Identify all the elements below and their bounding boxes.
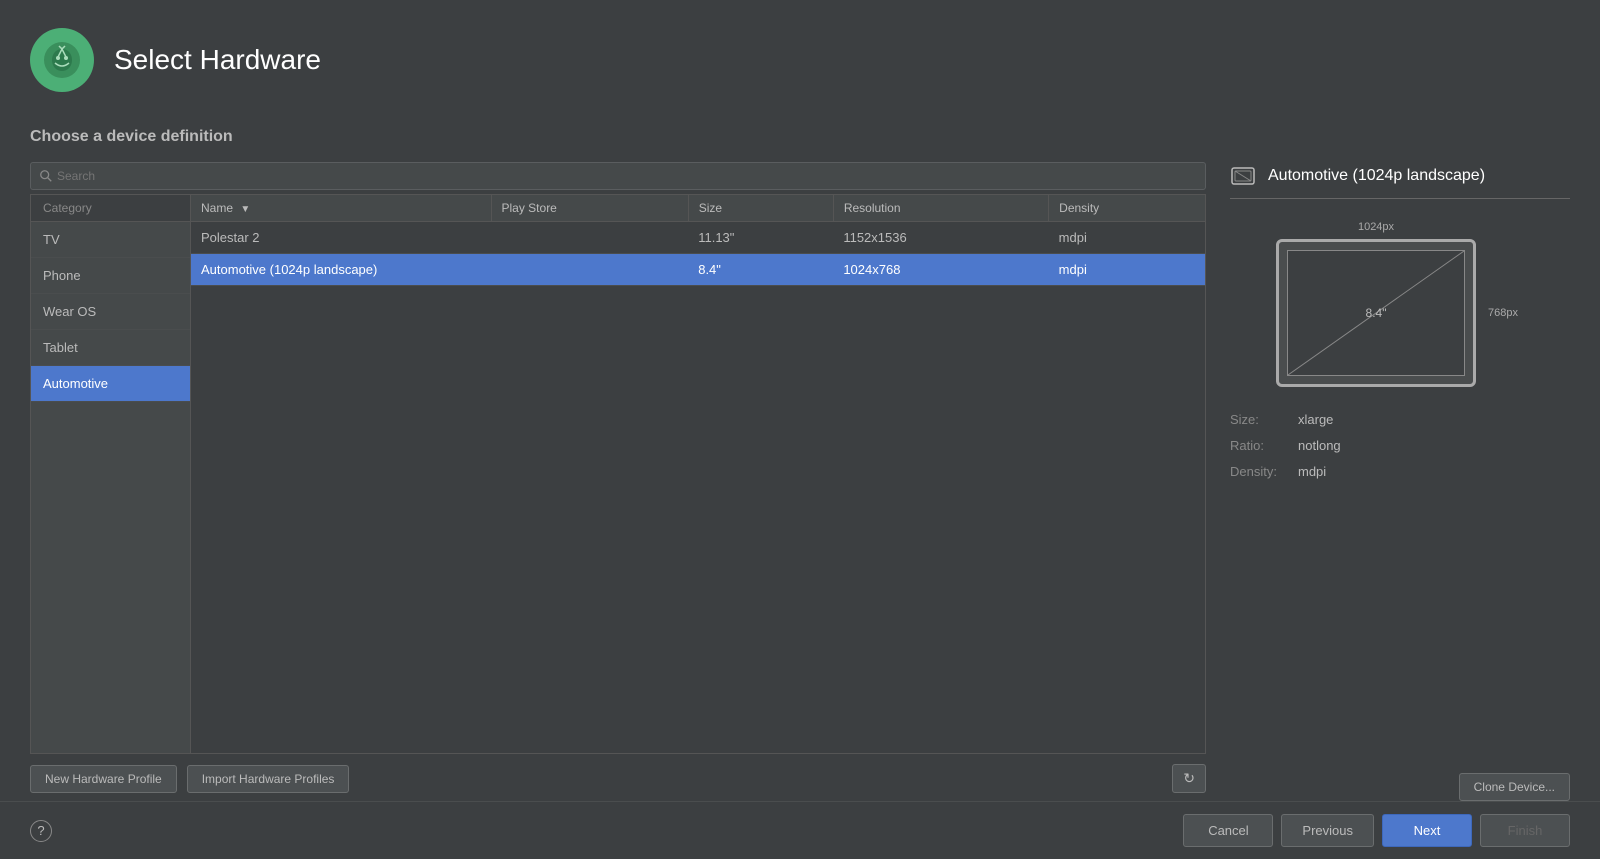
footer: ? Cancel Previous Next Finish [0,801,1600,859]
previous-button[interactable]: Previous [1281,814,1374,847]
sidebar-item-tv[interactable]: TV [31,222,190,258]
search-input[interactable] [57,169,1197,183]
device-size: 11.13" [688,222,833,254]
spec-row-density: Density: mdpi [1230,459,1570,485]
col-header-size: Size [688,195,833,222]
device-preview-icon [1230,162,1258,190]
bottom-bar: New Hardware Profile Import Hardware Pro… [30,754,1206,801]
finish-button[interactable]: Finish [1480,814,1570,847]
sidebar-item-wear-os[interactable]: Wear OS [31,294,190,330]
spec-row-size: Size: xlarge [1230,407,1570,433]
help-button[interactable]: ? [30,820,52,842]
spec-value-size: xlarge [1298,407,1333,433]
device-density: mdpi [1049,254,1205,286]
device-name: Automotive (1024p landscape) [191,254,491,286]
category-header: Category [31,195,190,222]
page-title: Select Hardware [114,44,321,76]
sidebar-item-tablet[interactable]: Tablet [31,330,190,366]
spec-value-density: mdpi [1298,459,1326,485]
device-preview-title: Automotive (1024p landscape) [1268,167,1485,185]
spec-label-size: Size: [1230,407,1290,433]
refresh-button[interactable]: ↻ [1172,764,1206,793]
device-rect: 8.4" [1276,239,1476,387]
device-diagram: 1024px 8.4" 768px [1230,215,1570,387]
clone-device-button[interactable]: Clone Device... [1459,773,1570,801]
device-name: Polestar 2 [191,222,491,254]
device-table: Name ▼ Play Store Size Resolution Densit… [191,195,1205,286]
device-size-label: 8.4" [1366,306,1387,320]
search-bar[interactable] [30,162,1206,190]
subtitle: Choose a device definition [30,128,1570,146]
spec-value-ratio: notlong [1298,433,1341,459]
right-panel: Automotive (1024p landscape) 1024px 8.4" [1230,162,1570,801]
table-area: Category TV Phone Wear OS Tablet Automot… [30,194,1206,754]
device-size: 8.4" [688,254,833,286]
category-sidebar: Category TV Phone Wear OS Tablet Automot… [31,195,191,753]
subtitle-bar: Choose a device definition [0,120,1600,162]
sort-arrow-icon: ▼ [240,204,250,215]
left-panel: Category TV Phone Wear OS Tablet Automot… [30,162,1206,801]
device-density: mdpi [1049,222,1205,254]
table-row[interactable]: Automotive (1024p landscape) 8.4" 1024x7… [191,254,1205,286]
device-play-store [491,222,688,254]
import-hardware-profiles-button[interactable]: Import Hardware Profiles [187,765,350,793]
device-resolution: 1152x1536 [833,222,1048,254]
diagram-height-label: 768px [1488,307,1518,319]
sidebar-item-phone[interactable]: Phone [31,258,190,294]
device-inner: 8.4" [1287,250,1465,376]
col-header-density: Density [1049,195,1205,222]
device-play-store [491,254,688,286]
table-row[interactable]: Polestar 2 11.13" 1152x1536 mdpi [191,222,1205,254]
diagram-width-label: 1024px [1358,221,1394,233]
new-hardware-profile-button[interactable]: New Hardware Profile [30,765,177,793]
footer-left: ? [30,820,52,842]
app-logo [30,28,94,92]
clone-button-wrapper: Clone Device... [1230,753,1570,801]
cancel-button[interactable]: Cancel [1183,814,1273,847]
spec-label-ratio: Ratio: [1230,433,1290,459]
device-specs: Size: xlarge Ratio: notlong Density: mdp… [1230,407,1570,485]
table-header-row: Name ▼ Play Store Size Resolution Densit… [191,195,1205,222]
main-content: Category TV Phone Wear OS Tablet Automot… [0,162,1600,801]
spec-label-density: Density: [1230,459,1290,485]
col-header-resolution: Resolution [833,195,1048,222]
col-header-play-store: Play Store [491,195,688,222]
header: Select Hardware [0,0,1600,120]
next-button[interactable]: Next [1382,814,1472,847]
device-table-wrapper: Name ▼ Play Store Size Resolution Densit… [191,195,1205,753]
sidebar-item-automotive[interactable]: Automotive [31,366,190,402]
device-resolution: 1024x768 [833,254,1048,286]
col-header-name[interactable]: Name ▼ [191,195,491,222]
spec-row-ratio: Ratio: notlong [1230,433,1570,459]
device-preview-header: Automotive (1024p landscape) [1230,162,1570,199]
search-icon [39,169,53,183]
